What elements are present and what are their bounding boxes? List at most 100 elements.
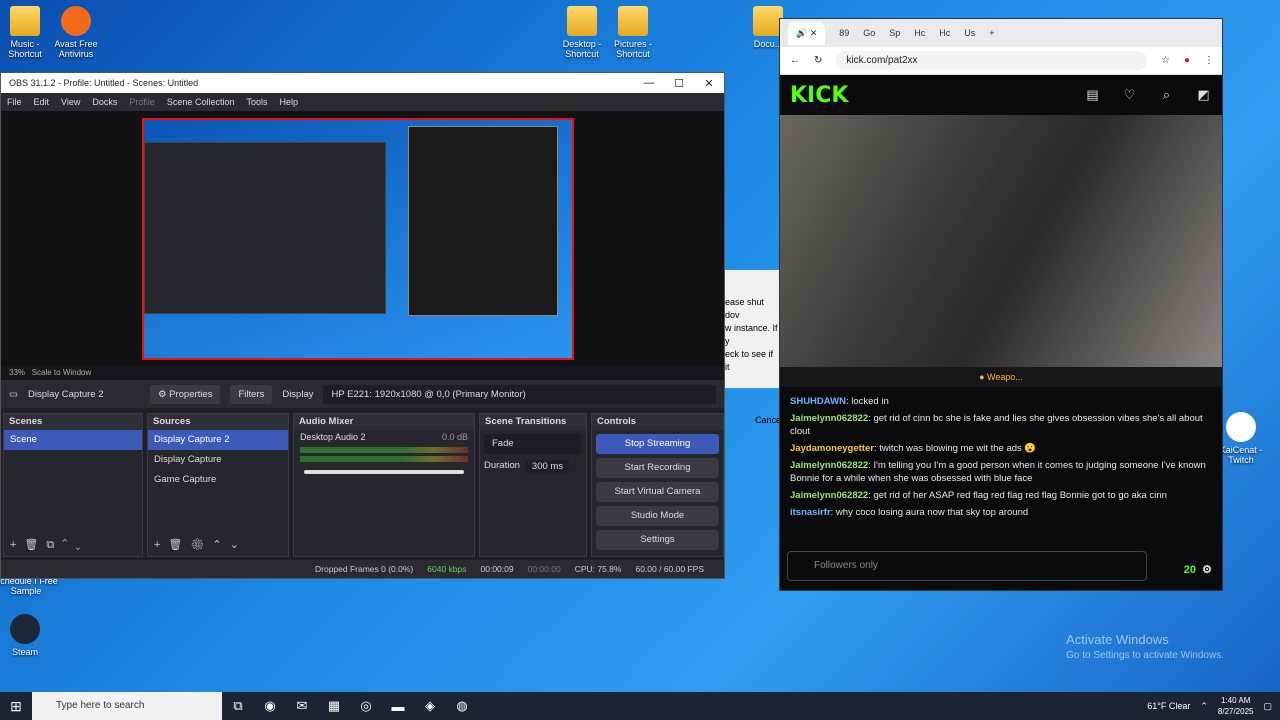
source-item[interactable]: Game Capture [148,470,288,490]
studio-mode-button[interactable]: Studio Mode [596,506,719,526]
start-recording-button[interactable]: Start Recording [596,458,719,478]
notification-icon[interactable]: ▢ [1263,701,1272,712]
kick-logo[interactable]: KICK [790,83,1074,108]
stream-video[interactable] [780,115,1222,367]
new-tab-icon[interactable]: + [989,28,994,38]
minimize-icon[interactable]: — [634,77,664,89]
chrome-icon[interactable]: ◎ [350,698,382,714]
desktop-icon-pictures[interactable]: Pictures - Shortcut [602,6,664,59]
tab[interactable]: Go [863,28,875,38]
chat-message: Jaimelynn062822: I'm telling you I'm a g… [790,460,1206,484]
sources-dock: Sources Display Capture 2 Display Captur… [147,413,289,557]
obs-statusbar: Dropped Frames 0 (0.0%) 6040 kbps 00:00:09… [1,560,724,578]
virtual-camera-button[interactable]: Start Virtual Camera [596,482,719,502]
tab[interactable]: Us [964,28,975,38]
tab[interactable]: 89 [839,28,849,38]
bookmark-icon[interactable]: ☆ [1161,55,1170,66]
obs-icon[interactable]: ◍ [446,698,478,714]
tab[interactable]: Hc [914,28,925,38]
menu-tools[interactable]: Tools [240,97,273,107]
menu-help[interactable]: Help [273,97,304,107]
audio-mixer-dock: Audio Mixer Desktop Audio 2 0.0 dB [293,413,475,557]
scenes-dock: Scenes Scene +🗑⧉⌃⌄ [3,413,143,557]
chat-message: Jaimelynn062822: get rid of cinn bc she … [790,413,1203,437]
chat-settings-icon[interactable]: ⚙ [1202,564,1212,576]
source-item[interactable]: Display Capture 2 [148,430,288,450]
desktop-icon-schedule[interactable]: Schedule I Free Sample [0,576,58,596]
task-view-icon[interactable]: ⧉ [222,698,254,714]
selected-source-name: Display Capture 2 [27,388,104,400]
menu-profile[interactable]: Profile [123,97,161,107]
scenes-toolbar[interactable]: +🗑⧉⌃⌄ [4,534,142,556]
tab[interactable]: Sp [889,28,900,38]
volume-slider[interactable] [304,470,464,474]
source-item[interactable]: Display Capture [148,450,288,470]
chrome-icon [1226,412,1256,442]
cancel-button[interactable]: Cance [725,414,781,427]
browser-tabstrip: 🔊 ✕ 89 Go Sp Hc Hc Us + [780,19,1222,47]
close-icon[interactable]: ✕ [694,77,724,90]
windows-start-icon[interactable]: ⊞ [0,698,32,715]
outlook-icon[interactable]: ✉ [286,698,318,714]
file-explorer-icon[interactable]: ▬ [382,699,414,714]
browse-icon[interactable]: ▤ [1074,87,1111,103]
preview-obs-nested [144,142,386,314]
clock[interactable]: 1:40 AM 8/27/2025 [1218,695,1254,717]
steam-icon [10,614,40,644]
menu-view[interactable]: View [55,97,86,107]
properties-button[interactable]: ⚙ Properties [149,384,221,404]
scenes-header: Scenes [4,414,142,430]
chat-message: SHUHDAWN: locked in [790,396,889,407]
obs-menubar: File Edit View Docks Profile Scene Collection… [1,93,724,111]
chat-input[interactable]: Followers only [787,551,1147,581]
settings-button[interactable]: Settings [596,530,719,550]
profile-avatar[interactable]: ● [1184,55,1190,66]
menu-file[interactable]: File [1,97,28,107]
edge-icon[interactable]: ◉ [254,698,286,714]
url-input[interactable]: kick.com/pat2xx [836,51,1147,70]
source-toolbar: ▭ Display Capture 2 ⚙ Properties Filters… [1,380,724,408]
menu-scene-collection[interactable]: Scene Collection [161,97,241,107]
controls-dock: Controls Stop Streaming Start Recording … [591,413,724,557]
store-icon[interactable]: ▦ [318,698,350,714]
filters-button[interactable]: Filters [230,384,273,404]
tab-active[interactable]: 🔊 ✕ [788,21,826,45]
folder-icon [618,6,648,36]
reload-icon[interactable]: ↻ [814,55,822,66]
menu-edit[interactable]: Edit [28,97,56,107]
transitions-header: Scene Transitions [480,414,586,430]
pinned-message[interactable]: ● Weapo... [780,367,1222,387]
transition-select[interactable]: Fade [484,434,582,454]
back-icon[interactable]: ← [790,55,800,66]
controls-header: Controls [592,414,723,430]
desktop-icon-steam[interactable]: Steam [0,614,56,657]
steam-icon[interactable]: ◈ [414,698,446,714]
menu-icon[interactable]: ⋮ [1204,55,1222,66]
obs-window: OBS 31.1.2 - Profile: Untitled - Scenes:… [0,72,725,579]
preview-capture[interactable] [142,118,574,360]
heart-icon[interactable]: ♡ [1111,87,1148,103]
menu-docks[interactable]: Docks [86,97,123,107]
chat-message: Jaimelynn062822: get rid of her ASAP red… [790,490,1167,501]
transitions-dock: Scene Transitions Fade Duration 300 ms [479,413,587,557]
network-icon[interactable]: ⌃ [1200,701,1208,712]
duration-input[interactable]: 300 ms [525,460,570,473]
scale-mode[interactable]: Scale to Window [32,368,92,377]
maximize-icon[interactable]: ☐ [664,77,694,90]
taskbar-search[interactable]: Type here to search [32,692,222,720]
sources-toolbar[interactable]: +🗑⚙⌃⌄ [148,534,288,556]
zoom-level[interactable]: 33% [9,368,25,377]
tab[interactable]: Hc [939,28,950,38]
desktop-icon-kaicenat[interactable]: KaiCenat - Twitch [1216,412,1266,465]
desktop-icon-avast[interactable]: Avast Free Antivirus [45,6,107,59]
stop-streaming-button[interactable]: Stop Streaming [596,434,719,454]
mixer-track: Desktop Audio 2 0.0 dB [300,432,468,442]
folder-icon [567,6,597,36]
mixer-header: Audio Mixer [294,414,474,430]
search-icon[interactable]: ⌕ [1148,87,1185,103]
weather[interactable]: 61°F Clear [1147,701,1190,711]
preview-zoom-bar: 33% Scale to Window [1,366,724,380]
scene-item[interactable]: Scene [4,430,142,450]
user-icon[interactable]: ◩ [1185,87,1222,103]
display-select[interactable]: HP E221: 1920x1080 @ 0,0 (Primary Monito… [323,384,716,404]
